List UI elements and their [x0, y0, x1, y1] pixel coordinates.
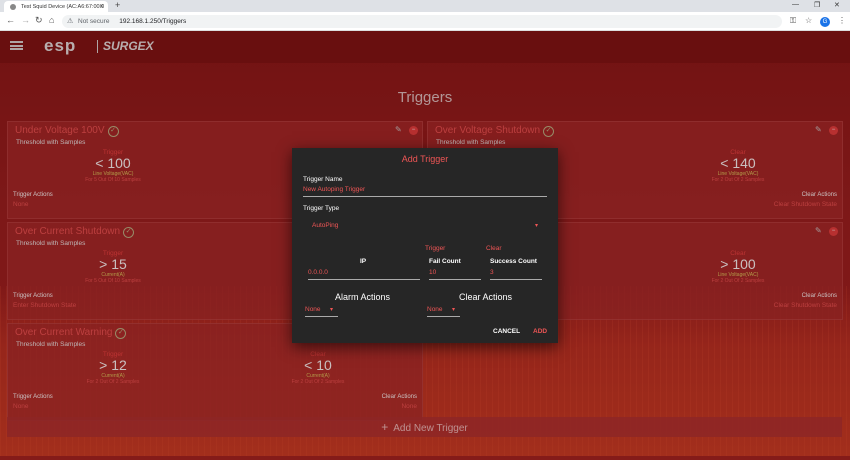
alarm-actions-label: Alarm Actions: [335, 292, 391, 302]
ip-label: IP: [360, 258, 367, 265]
back-icon[interactable]: ←: [6, 15, 15, 25]
close-tab-icon[interactable]: ✕: [99, 3, 104, 10]
forward-icon[interactable]: →: [21, 15, 30, 25]
cancel-button[interactable]: CANCEL: [493, 328, 520, 335]
add-trigger-dialog: Add Trigger Trigger Name New Autoping Tr…: [292, 148, 558, 343]
trigger-type-select[interactable]: AutoPing: [312, 222, 338, 229]
trigger-column-header: Trigger: [425, 245, 446, 252]
trigger-name-input[interactable]: New Autoping Trigger: [303, 186, 547, 197]
browser-tab[interactable]: Test Squid Device (AC:A6:67:00:0 ✕: [4, 1, 108, 12]
clear-actions-label: Clear Actions: [459, 292, 513, 302]
add-button[interactable]: ADD: [533, 328, 547, 335]
dialog-title: Add Trigger: [401, 154, 449, 164]
favicon-icon: [10, 4, 16, 10]
address-bar[interactable]: ⚠ Not secure 192.168.1.250/Triggers: [62, 15, 782, 28]
chevron-down-icon[interactable]: ▾: [535, 222, 538, 229]
tab-title: Test Squid Device (AC:A6:67:00:0: [21, 4, 105, 10]
trigger-type-label: Trigger Type: [303, 205, 340, 212]
success-count-label: Success Count: [490, 258, 537, 265]
maximize-icon[interactable]: ❐: [814, 1, 820, 9]
ip-input[interactable]: 0.0.0.0: [308, 269, 420, 280]
minimize-icon[interactable]: —: [792, 1, 799, 8]
reload-icon[interactable]: ↻: [35, 15, 43, 26]
warning-icon: ⚠: [67, 18, 74, 25]
close-window-icon[interactable]: ✕: [834, 1, 840, 9]
tab-strip: Test Squid Device (AC:A6:67:00:0 ✕ + — ❐…: [0, 0, 850, 12]
url-text: 192.168.1.250/Triggers: [119, 18, 187, 25]
star-icon[interactable]: ☆: [805, 16, 812, 25]
alarm-actions-select[interactable]: None ▾: [305, 306, 338, 317]
fail-count-input[interactable]: 10: [429, 269, 481, 280]
clear-column-header: Clear: [486, 245, 502, 252]
clear-actions-value: None: [427, 306, 443, 313]
chevron-down-icon: ▾: [452, 307, 456, 313]
key-icon[interactable]: ⚿: [790, 16, 796, 26]
home-icon[interactable]: ⌂: [49, 15, 54, 25]
success-count-input[interactable]: 3: [490, 269, 542, 280]
profile-avatar[interactable]: G: [820, 17, 830, 27]
chevron-down-icon: ▾: [330, 307, 334, 313]
menu-dots-icon[interactable]: ⋮: [838, 16, 846, 25]
app-root: esp SURGEX Triggers Under Voltage 100V ✓ …: [0, 31, 850, 460]
browser-toolbar: ← → ↻ ⌂ ⚠ Not secure 192.168.1.250/Trigg…: [0, 12, 850, 31]
browser-chrome: Test Squid Device (AC:A6:67:00:0 ✕ + — ❐…: [0, 0, 850, 31]
clear-actions-select[interactable]: None ▾: [427, 306, 460, 317]
new-tab-icon[interactable]: +: [115, 0, 120, 10]
trigger-name-label: Trigger Name: [303, 176, 343, 183]
fail-count-label: Fail Count: [429, 258, 461, 265]
security-label: Not secure: [78, 18, 110, 25]
alarm-actions-value: None: [305, 306, 321, 313]
